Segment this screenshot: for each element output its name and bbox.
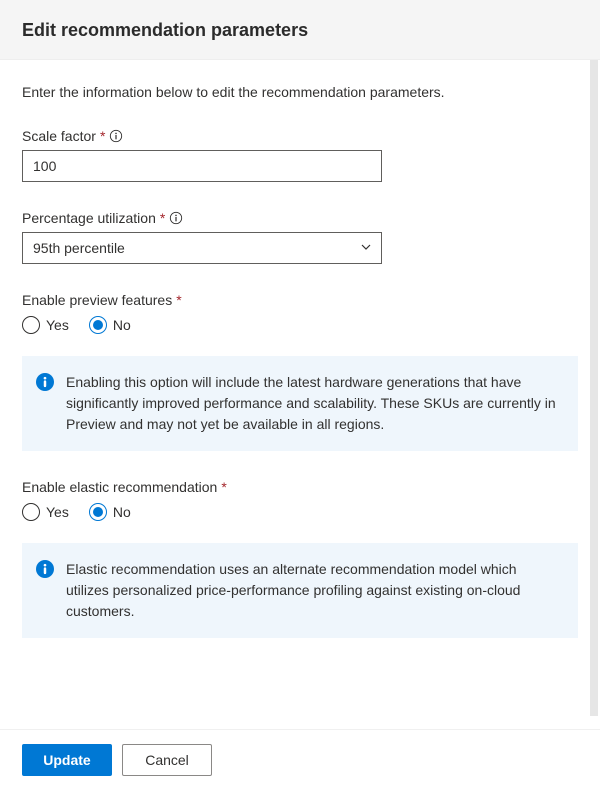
- percentage-utilization-label-row: Percentage utilization *: [22, 210, 578, 226]
- percentage-utilization-select[interactable]: 95th percentile: [22, 232, 382, 264]
- radio-icon: [22, 503, 40, 521]
- info-icon: [36, 560, 54, 578]
- radio-label: Yes: [46, 504, 69, 520]
- enable-elastic-label-row: Enable elastic recommendation *: [22, 479, 578, 495]
- preview-info-box: Enabling this option will include the la…: [22, 356, 578, 451]
- percentage-utilization-label: Percentage utilization: [22, 210, 156, 226]
- enable-elastic-yes[interactable]: Yes: [22, 503, 69, 521]
- enable-elastic-radio-group: Yes No: [22, 503, 578, 521]
- info-icon[interactable]: [169, 211, 183, 225]
- scale-factor-input[interactable]: [22, 150, 382, 182]
- info-icon[interactable]: [109, 129, 123, 143]
- enable-preview-label: Enable preview features: [22, 292, 172, 308]
- required-indicator: *: [176, 292, 181, 308]
- required-indicator: *: [160, 210, 165, 226]
- scale-factor-label: Scale factor: [22, 128, 96, 144]
- elastic-info-box: Elastic recommendation uses an alternate…: [22, 543, 578, 638]
- field-enable-elastic: Enable elastic recommendation * Yes No E…: [22, 479, 578, 638]
- radio-icon: [89, 316, 107, 334]
- scrollbar-track[interactable]: [590, 60, 598, 716]
- percentage-utilization-value: 95th percentile: [22, 232, 382, 264]
- enable-preview-label-row: Enable preview features *: [22, 292, 578, 308]
- field-percentage-utilization: Percentage utilization * 95th percentile: [22, 210, 578, 264]
- enable-elastic-no[interactable]: No: [89, 503, 131, 521]
- form-content: Enter the information below to edit the …: [0, 60, 600, 676]
- field-scale-factor: Scale factor *: [22, 128, 578, 182]
- required-indicator: *: [221, 479, 226, 495]
- scale-factor-label-row: Scale factor *: [22, 128, 578, 144]
- radio-icon: [89, 503, 107, 521]
- page-title: Edit recommendation parameters: [22, 20, 578, 41]
- elastic-info-text: Elastic recommendation uses an alternate…: [66, 559, 560, 622]
- enable-preview-no[interactable]: No: [89, 316, 131, 334]
- cancel-button[interactable]: Cancel: [122, 744, 212, 776]
- radio-icon: [22, 316, 40, 334]
- field-enable-preview: Enable preview features * Yes No Enablin…: [22, 292, 578, 451]
- footer: Update Cancel: [0, 729, 600, 796]
- radio-label: No: [113, 504, 131, 520]
- required-indicator: *: [100, 128, 105, 144]
- info-icon: [36, 373, 54, 391]
- preview-info-text: Enabling this option will include the la…: [66, 372, 560, 435]
- enable-preview-yes[interactable]: Yes: [22, 316, 69, 334]
- update-button[interactable]: Update: [22, 744, 112, 776]
- enable-preview-radio-group: Yes No: [22, 316, 578, 334]
- radio-label: Yes: [46, 317, 69, 333]
- radio-label: No: [113, 317, 131, 333]
- panel-header: Edit recommendation parameters: [0, 0, 600, 60]
- enable-elastic-label: Enable elastic recommendation: [22, 479, 217, 495]
- intro-text: Enter the information below to edit the …: [22, 84, 578, 100]
